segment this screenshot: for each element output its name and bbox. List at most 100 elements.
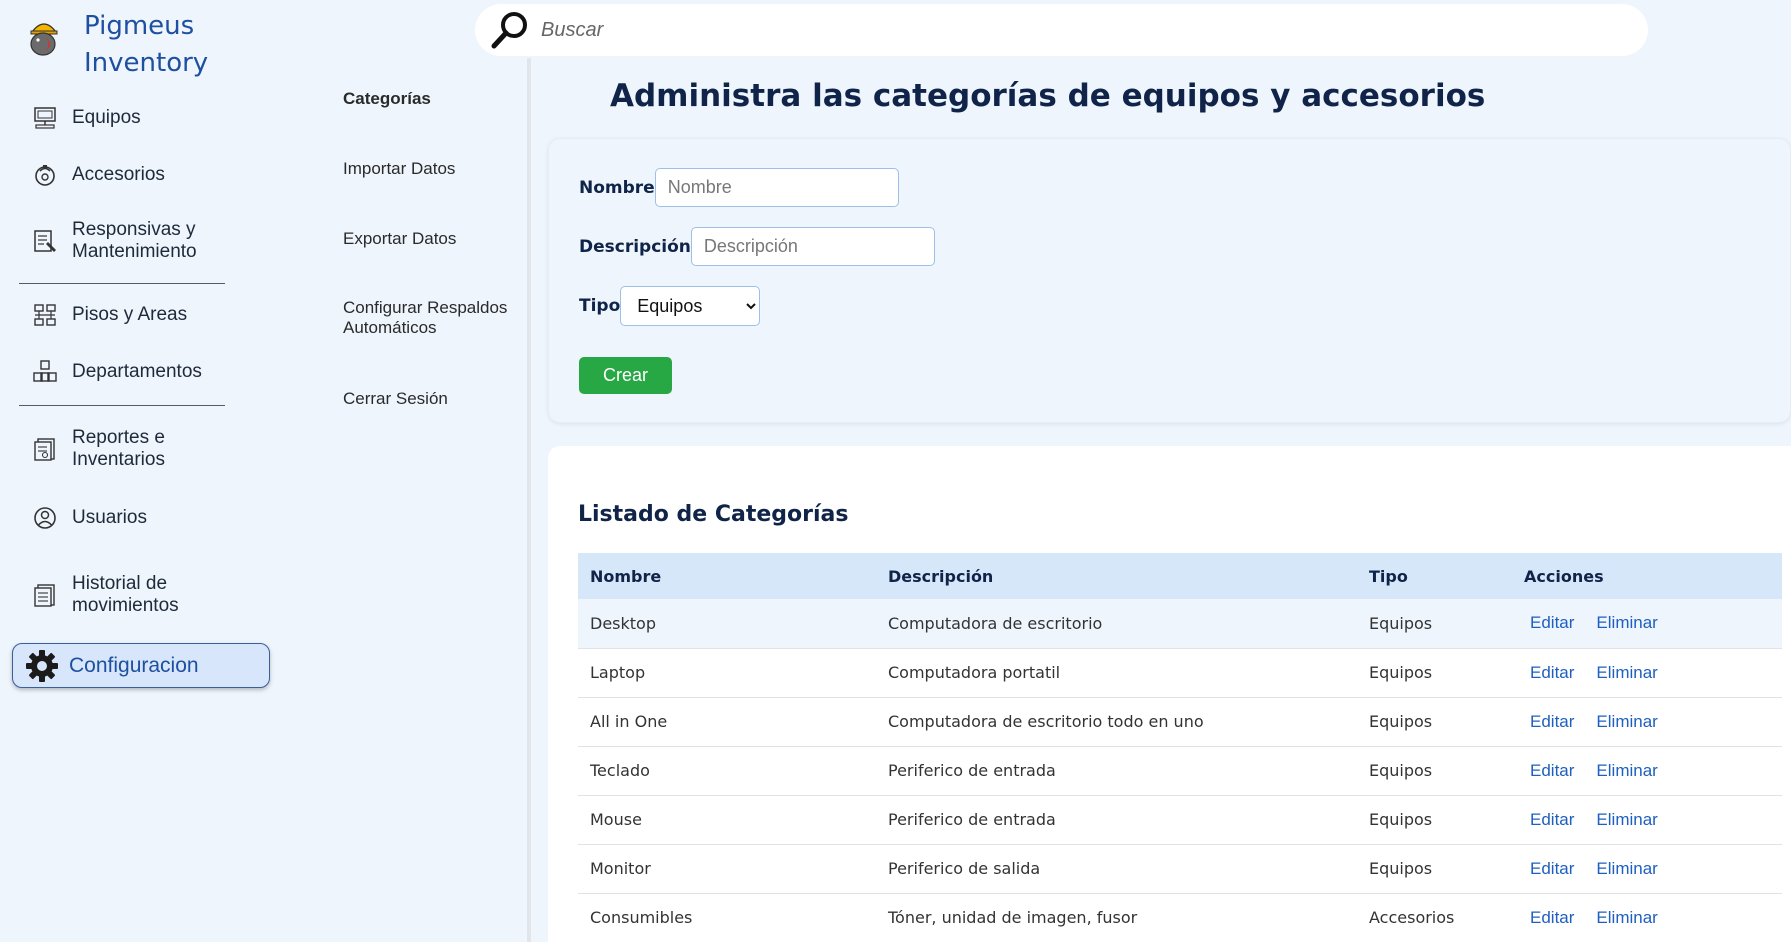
- cell-name: Desktop: [578, 599, 876, 649]
- edit-link[interactable]: Editar: [1530, 859, 1574, 879]
- cell-name: Teclado: [578, 746, 876, 796]
- computer-icon: [34, 107, 56, 129]
- cell-actions: Editar Eliminar: [1512, 795, 1782, 845]
- name-field[interactable]: [654, 168, 899, 207]
- table-row: All in One Computadora de escritorio todo…: [578, 697, 1782, 747]
- cell-name: Laptop: [578, 648, 876, 698]
- form-row-name: Nombre: [579, 168, 899, 207]
- sidebar-item-label: Usuarios: [72, 507, 147, 528]
- cell-name: All in One: [578, 697, 876, 747]
- sidebar-item-label: Pisos y Areas: [72, 304, 188, 325]
- submenu-item-cerrar-sesion[interactable]: Cerrar Sesión: [343, 389, 533, 409]
- sidebar-item-label: Reportes e Inventarios: [72, 427, 165, 470]
- cell-name: Monitor: [578, 844, 876, 894]
- type-label: Tipo: [579, 296, 621, 316]
- table-row: Desktop Computadora de escritorio Equipos E…: [578, 599, 1782, 649]
- cell-type: Accesorios: [1357, 893, 1512, 942]
- sidebar-item-departamentos[interactable]: Departamentos: [32, 359, 202, 385]
- sidebar-item-equipos[interactable]: Equipos: [32, 105, 141, 131]
- sidebar-item-reportes[interactable]: Reportes e Inventarios: [32, 427, 192, 471]
- cell-description: Periferico de entrada: [876, 746, 1357, 796]
- cell-actions: Editar Eliminar: [1512, 599, 1782, 649]
- column-header: Tipo: [1369, 566, 1408, 586]
- cell-actions: Editar Eliminar: [1512, 697, 1782, 747]
- gear-icon: [26, 649, 58, 682]
- delete-link[interactable]: Eliminar: [1596, 712, 1657, 732]
- cell-type: Equipos: [1357, 697, 1512, 747]
- name-label: Nombre: [579, 177, 655, 198]
- search-icon[interactable]: [489, 9, 531, 51]
- search-input[interactable]: [541, 18, 1541, 42]
- edit-link[interactable]: Editar: [1530, 712, 1574, 732]
- cell-name: Consumibles: [578, 893, 876, 942]
- sidebar-item-label: Historial de movimientos: [72, 573, 179, 616]
- description-field[interactable]: [690, 227, 935, 266]
- sidebar-divider: [19, 405, 225, 406]
- create-button[interactable]: Crear: [579, 357, 672, 394]
- list-title: Listado de Categorías: [578, 502, 849, 527]
- maintenance-icon: [34, 230, 56, 252]
- submenu-item-importar[interactable]: Importar Datos: [343, 159, 533, 179]
- edit-link[interactable]: Editar: [1530, 761, 1574, 781]
- cell-description: Periferico de salida: [876, 844, 1357, 894]
- cell-type: Equipos: [1357, 599, 1512, 649]
- sidebar-divider: [19, 283, 225, 284]
- logo-icon: [30, 23, 58, 56]
- sidebar-item-pisos[interactable]: Pisos y Areas: [32, 302, 187, 328]
- submenu-item-categorias[interactable]: Categorías: [343, 89, 533, 109]
- cell-description: Tóner, unidad de imagen, fusor: [876, 893, 1357, 942]
- departments-icon: [33, 360, 57, 382]
- form-row-description: Descripción: [579, 227, 935, 266]
- floors-icon: [34, 304, 56, 326]
- delete-link[interactable]: Eliminar: [1596, 761, 1657, 781]
- sidebar-item-label: Accesorios: [72, 164, 165, 185]
- cell-type: Equipos: [1357, 648, 1512, 698]
- cell-description: Computadora portatil: [876, 648, 1357, 698]
- search-bar: [475, 4, 1648, 56]
- accessories-icon: [35, 165, 55, 186]
- cell-type: Equipos: [1357, 746, 1512, 796]
- edit-link[interactable]: Editar: [1530, 663, 1574, 683]
- category-table: Nombre Descripción Tipo Acciones Desktop…: [578, 553, 1782, 942]
- delete-link[interactable]: Eliminar: [1596, 663, 1657, 683]
- cell-actions: Editar Eliminar: [1512, 648, 1782, 698]
- cell-type: Equipos: [1357, 844, 1512, 894]
- cell-actions: Editar Eliminar: [1512, 893, 1782, 942]
- sidebar-item-label: Responsivas y Mantenimiento: [72, 219, 197, 262]
- delete-link[interactable]: Eliminar: [1596, 810, 1657, 830]
- delete-link[interactable]: Eliminar: [1596, 613, 1657, 633]
- cell-actions: Editar Eliminar: [1512, 844, 1782, 894]
- sidebar-item-label: Equipos: [72, 107, 141, 128]
- submenu-item-respaldos[interactable]: Configurar Respaldos Automáticos: [343, 298, 533, 338]
- edit-link[interactable]: Editar: [1530, 810, 1574, 830]
- column-header: Descripción: [888, 566, 994, 586]
- sidebar-item-usuarios[interactable]: Usuarios: [32, 505, 147, 531]
- cell-description: Periferico de entrada: [876, 795, 1357, 845]
- column-header: Acciones: [1524, 566, 1604, 586]
- cell-description: Computadora de escritorio: [876, 599, 1357, 649]
- edit-link[interactable]: Editar: [1530, 908, 1574, 928]
- column-header: Nombre: [590, 566, 662, 586]
- history-icon: [34, 584, 55, 607]
- sidebar-item-label: Configuracion: [69, 653, 199, 677]
- table-row: Consumibles Tóner, unidad de imagen, fuso…: [578, 893, 1782, 942]
- submenu-item-exportar[interactable]: Exportar Datos: [343, 229, 533, 249]
- sidebar-item-configuracion[interactable]: Configuracion: [12, 643, 270, 688]
- delete-link[interactable]: Eliminar: [1596, 908, 1657, 928]
- form-row-type: Tipo Equipos: [579, 286, 761, 326]
- app-logo: Pigmeus Inventory: [26, 8, 208, 82]
- reports-icon: [34, 438, 55, 461]
- cell-description: Computadora de escritorio todo en uno: [876, 697, 1357, 747]
- cell-name: Mouse: [578, 795, 876, 845]
- sidebar-item-label: Departamentos: [72, 361, 202, 382]
- table-row: Monitor Periferico de salida Equipos Editar…: [578, 844, 1782, 894]
- delete-link[interactable]: Eliminar: [1596, 859, 1657, 879]
- app-title: Pigmeus Inventory: [84, 8, 208, 82]
- sidebar-item-accesorios[interactable]: Accesorios: [32, 162, 165, 188]
- table-row: Mouse Periferico de entrada Equipos Editar E…: [578, 795, 1782, 845]
- type-select[interactable]: Equipos: [620, 286, 761, 326]
- sidebar-item-historial[interactable]: Historial de movimientos: [32, 573, 202, 617]
- sidebar-item-responsivas[interactable]: Responsivas y Mantenimiento: [32, 219, 222, 263]
- app-title-line2: Inventory: [84, 48, 209, 78]
- edit-link[interactable]: Editar: [1530, 613, 1574, 633]
